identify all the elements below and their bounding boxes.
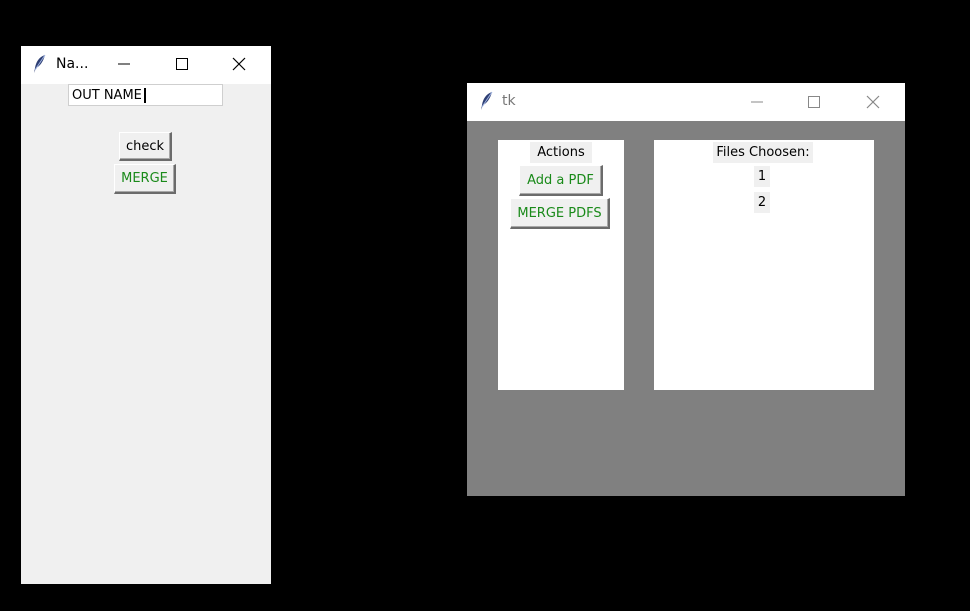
minimize-icon[interactable] (116, 56, 132, 72)
actions-panel: Actions Add a PDF MERGE PDFS (498, 140, 624, 390)
minimize-icon[interactable] (749, 94, 765, 110)
close-icon[interactable] (865, 94, 881, 110)
merge-pdfs-button[interactable]: MERGE PDFS (510, 198, 610, 229)
maximize-icon[interactable] (174, 56, 190, 72)
text-cursor (143, 87, 146, 103)
files-panel: Files Choosen: 1 2 (654, 140, 874, 390)
feather-icon (33, 54, 47, 78)
output-name-input[interactable]: OUT NAME (68, 84, 223, 106)
actions-label: Actions (530, 142, 592, 163)
maximize-icon[interactable] (806, 94, 822, 110)
window-title: Na... (56, 56, 89, 72)
window-name-entry: Na... OUT NAME check MERGE (21, 46, 271, 584)
titlebar[interactable]: tk (467, 83, 905, 121)
titlebar[interactable]: Na... (21, 46, 271, 84)
close-icon[interactable] (231, 56, 247, 72)
files-chosen-label: Files Choosen: (713, 142, 813, 163)
feather-icon (480, 91, 494, 115)
window-tk-main: tk Actions Add a PDF MERGE PDFS Files Ch… (467, 83, 905, 496)
file-list-item: 2 (754, 192, 770, 213)
file-list-item: 1 (754, 166, 770, 187)
add-pdf-button[interactable]: Add a PDF (519, 165, 603, 196)
merge-button[interactable]: MERGE (114, 164, 176, 194)
window-title: tk (502, 93, 516, 109)
check-button[interactable]: check (119, 132, 172, 161)
output-name-value: OUT NAME (72, 87, 142, 103)
